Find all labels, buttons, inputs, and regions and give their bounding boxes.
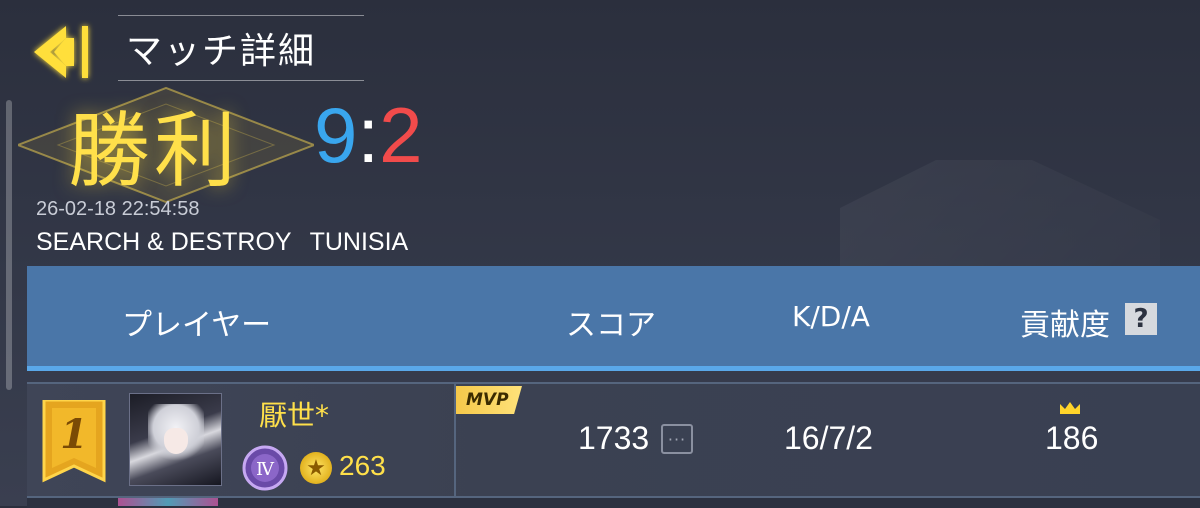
rank-1-badge-icon: 1 [42,400,106,483]
player-kda: 16/7/2 [784,420,873,456]
more-options-button[interactable]: ··· [661,424,693,454]
next-row-avatar-edge [118,498,218,506]
back-button[interactable] [30,20,100,84]
red-team-score: 2 [379,91,423,179]
player-score: 1733 [578,420,650,456]
blue-team-score: 9 [314,91,358,179]
avatar[interactable] [129,393,222,486]
scrollbar[interactable] [6,100,12,390]
rank-number: 1 [60,411,88,458]
rank-tier-emblem-icon: Ⅳ [242,445,288,491]
back-arrow-icon [34,26,88,78]
rank-tier-text: Ⅳ [256,459,275,480]
column-player: プレイヤー [122,308,272,343]
match-score: 9:2 [314,90,422,181]
result-label: 勝利 [68,104,241,199]
help-icon[interactable]: ? [1125,303,1157,335]
match-datetime: 26-02-18 22:54:58 [36,198,200,220]
column-kda: K/D/A [792,300,870,333]
background-decoration [840,160,1160,280]
map-name: TUNISIA [309,228,409,256]
avatar-face [164,428,188,454]
player-contribution: 186 [1045,420,1099,456]
page-title-box: マッチ詳細 [118,15,364,81]
player-name[interactable]: 厭世* [259,394,329,434]
score-separator: : [357,91,380,179]
page-title: マッチ詳細 [126,31,317,72]
mvp-badge: MVP [456,386,522,414]
column-score: スコア [566,308,656,343]
star-points-icon: ★ [300,452,332,484]
row-divider [454,382,456,496]
player-points: 263 [339,450,386,481]
game-mode: SEARCH & DESTROY [36,228,292,256]
mode-map-line: SEARCH & DESTROY TUNISIA [36,228,408,257]
column-contribution: 貢献度 [1020,308,1110,343]
crown-icon [1060,402,1080,414]
